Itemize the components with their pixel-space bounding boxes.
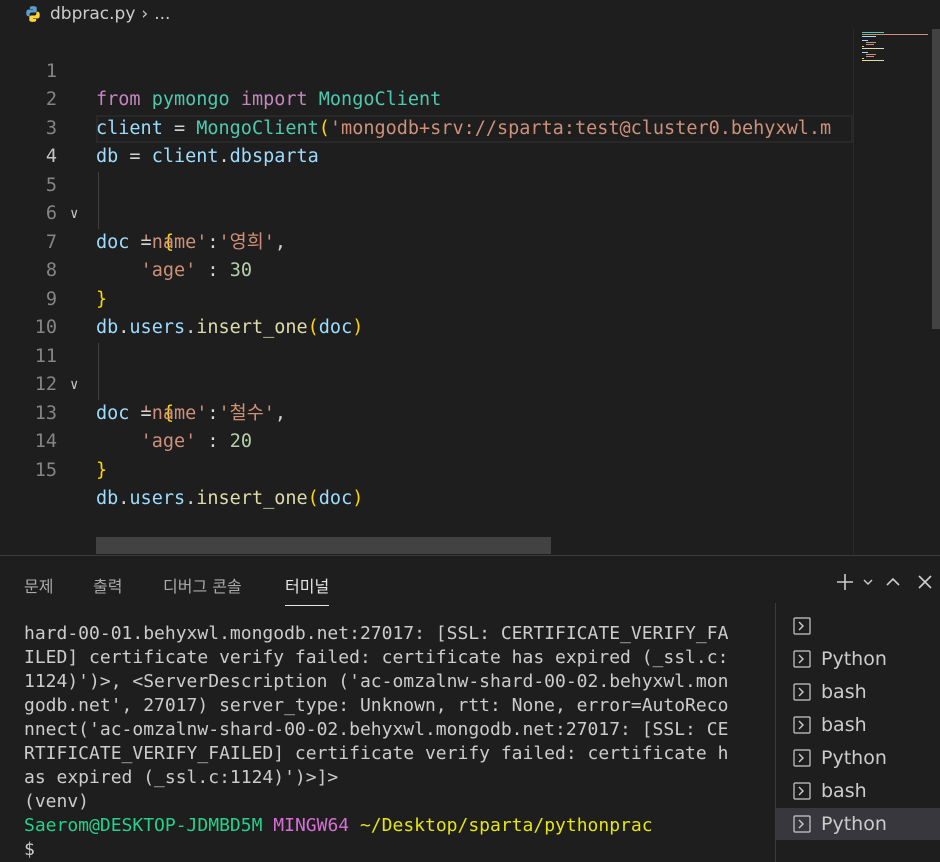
code-editor[interactable]: 1 from pymongo import MongoClient 2 clie… [0,29,853,554]
terminal-list-label: bash [821,780,867,802]
tab-terminal[interactable]: 터미널 [285,573,330,606]
panel-actions [832,566,940,598]
terminal-list-item-selected[interactable]: Python [776,808,940,840]
terminal-list-item[interactable]: bash [776,775,940,807]
panel-tabs: 문제 출력 디버그 콘솔 터미널 [0,556,700,606]
code-line: 15 db.users.insert_one(doc) [0,428,853,510]
terminal-line: (venv) [24,791,90,812]
code-line: 2 client = MongoClient('mongodb+srv://sp… [0,58,853,139]
terminal-line: as expired (_ssl.c:1124)')>]> [24,767,339,788]
terminal-list-label: bash [821,714,867,736]
prompt-env: MINGW64 [273,815,350,836]
terminal-line: hard-00-01.behyxwl.mongodb.net:27017: [S… [24,623,729,644]
tab-problems[interactable]: 문제 [24,573,53,597]
terminal-list-label: bash [821,681,867,703]
minimap[interactable] [853,29,933,554]
chevron-down-icon[interactable] [860,567,876,597]
terminal-icon [793,683,811,701]
terminal-list-label: Python [821,648,887,670]
terminal-list-item[interactable]: Python [776,643,940,675]
terminal-line: ILED] certificate verify failed: certifi… [24,647,729,668]
tab-debug-console[interactable]: 디버그 콘솔 [163,573,242,597]
terminal-icon [793,782,811,800]
code-line: 12 'name':'철수', [0,343,853,424]
terminal-icon [793,650,811,668]
terminal-icon [793,749,811,767]
code-line: 4 [0,115,853,167]
terminal-list-item[interactable]: bash [776,709,940,741]
code-line: 7 'age' : 30 [0,200,853,282]
breadcrumb-more[interactable]: ... [154,4,170,24]
terminal-prompt: Saerom@DESKTOP-JDMBD5M MINGW64 ~/Desktop… [24,814,754,838]
breadcrumb-file[interactable]: dbprac.py [50,4,135,24]
prompt-user: Saerom@DESKTOP-JDMBD5M [24,815,263,836]
terminal-list-item[interactable]: Python [776,742,940,774]
terminal-line: godb.net', 27017) server_type: Unknown, … [24,695,729,716]
maximize-panel-chevron-up-icon[interactable] [878,567,908,597]
tab-output[interactable]: 출력 [93,573,122,597]
code-line: 5 ∨ doc = { [0,143,853,253]
bottom-panel: 문제 출력 디버그 콘솔 터미널 hard-00-01.behyxwl.mong… [0,555,940,862]
terminal-icon [793,617,811,635]
close-panel-icon[interactable] [910,567,940,597]
code-line: 3 db = client.dbsparta [0,86,853,168]
prompt-path: ~/Desktop/sparta/pythonprac [359,815,653,836]
terminal-list-item[interactable] [776,610,940,642]
terminal-line: nnect('ac-omzalnw-shard-00-02.behyxwl.mo… [24,719,729,740]
terminal-list: Python bash bash Python bash Python [775,603,940,862]
prompt-symbol: $ [24,839,35,860]
code-line: 14 } [0,400,853,481]
code-line: 9 db.users.insert_one(doc) [0,257,853,339]
code-line: 8 } [0,229,853,310]
terminal-list-label: Python [821,813,887,835]
code-line: 11 ∨ doc = { [0,314,853,424]
terminal-list-label: Python [821,747,887,769]
terminal-output[interactable]: hard-00-01.behyxwl.mongodb.net:27017: [S… [24,622,754,862]
new-terminal-plus-icon[interactable] [832,567,858,597]
chevron-right-icon: › [141,4,149,24]
terminal-line: 1124)')>, <ServerDescription ('ac-omzaln… [24,671,729,692]
terminal-icon [793,815,811,833]
code-line: 6 'name':'영희', [0,172,853,253]
breadcrumb: dbprac.py › ... [0,0,940,28]
python-file-icon [26,6,40,22]
code-line: 13 'age' : 20 [0,371,853,453]
terminal-list-item[interactable]: bash [776,676,940,708]
code-line: 1 from pymongo import MongoClient [0,29,853,111]
code-line: 10 [0,286,853,338]
terminal-line: RTIFICATE_VERIFY_FAILED] certificate ver… [24,743,729,764]
terminal-icon [793,716,811,734]
vertical-scrollbar[interactable] [932,29,940,329]
horizontal-scrollbar[interactable] [96,537,551,554]
line-number: 15 [34,459,57,481]
minimap-preview [862,32,928,61]
